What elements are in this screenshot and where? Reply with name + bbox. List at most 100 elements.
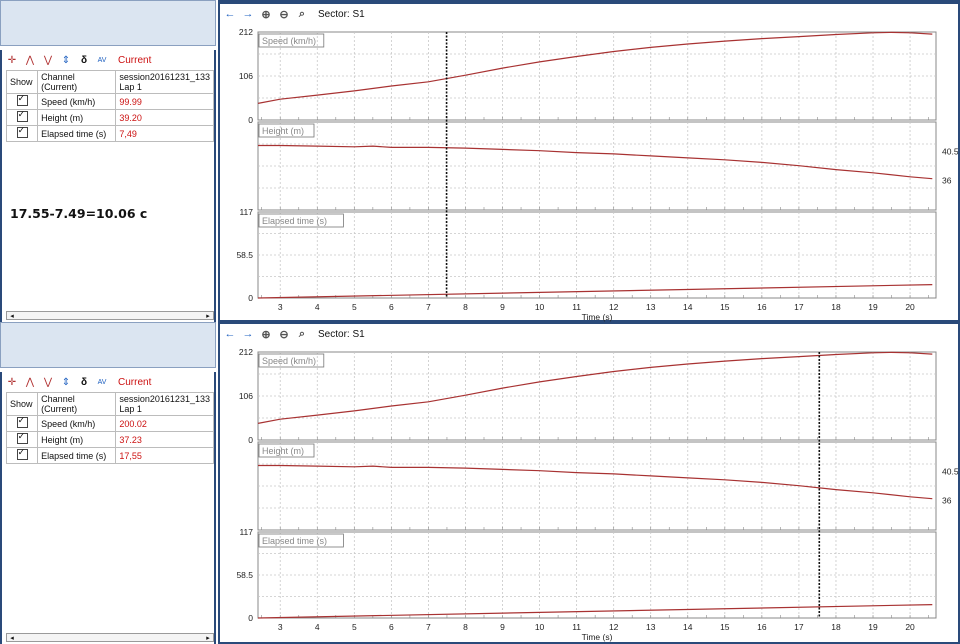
show-checkbox[interactable] (16, 111, 28, 122)
y-tick-label-right: 40.5 (942, 146, 958, 156)
x-tick-label: 12 (609, 622, 619, 632)
scroll-right-icon[interactable]: ▸ (203, 634, 213, 642)
x-tick-label: 3 (278, 622, 283, 632)
x-tick-label: 20 (905, 622, 915, 632)
channel-table: Show Channel (Current) session20161231_1… (5, 392, 214, 464)
channel-pane: ✛ ⋀ ⋁ ⇕ δ AV Current Show Channel (Curre… (0, 322, 216, 644)
x-tick-label: 17 (794, 302, 804, 312)
zoom-in-icon[interactable]: ⊕ (258, 328, 274, 341)
y-tick-label: 58.5 (236, 250, 253, 260)
telemetry-chart[interactable]: Speed (km/h)2121060Height (m)40.536Elaps… (220, 344, 958, 642)
show-checkbox[interactable] (16, 417, 28, 428)
show-checkbox[interactable] (16, 449, 28, 460)
cursor-icon[interactable]: ✛ (4, 375, 20, 389)
y-tick-label: 117 (239, 527, 253, 537)
forward-arrow-icon[interactable]: → (240, 8, 256, 20)
peak-icon[interactable]: ⋀ (22, 53, 38, 67)
zoom-out-icon[interactable]: ⊖ (276, 328, 292, 341)
table-row[interactable]: Elapsed time (s) 17,55 (5, 447, 214, 464)
channel-value: 200.02 (115, 415, 214, 432)
calculation-note: 17.55-7.49=10.06 c (10, 206, 148, 221)
scroll-left-icon[interactable]: ◂ (7, 634, 17, 642)
table-row[interactable]: Speed (km/h) 200.02 (5, 415, 214, 432)
x-tick-label: 19 (868, 622, 878, 632)
x-tick-label: 13 (646, 622, 656, 632)
cursor-icon[interactable]: ✛ (4, 53, 20, 67)
chart-toolbar: ← → ⊕ ⊖ ⌕ Sector: S1 (222, 6, 365, 22)
x-tick-label: 19 (868, 302, 878, 312)
x-tick-label: 4 (315, 302, 320, 312)
subplot-label: Elapsed time (s) (262, 216, 327, 226)
x-tick-label: 11 (572, 622, 581, 632)
y-tick-label: 0 (248, 435, 253, 445)
subplot-label: Elapsed time (s) (262, 536, 327, 546)
subplot-label: Height (m) (262, 446, 304, 456)
x-axis-label: Time (s) (582, 312, 613, 322)
x-tick-label: 20 (905, 302, 915, 312)
zoom-fit-icon[interactable]: ⌕ (294, 328, 310, 341)
table-row[interactable]: Speed (km/h) 99.99 (5, 93, 214, 110)
delta-icon[interactable]: δ (76, 375, 92, 389)
x-tick-label: 4 (315, 622, 320, 632)
table-row[interactable]: Height (m) 39.20 (5, 109, 214, 126)
zoom-fit-icon[interactable]: ⌕ (294, 8, 310, 21)
channel-name: Speed (km/h) (37, 415, 117, 432)
x-tick-label: 13 (646, 302, 656, 312)
av-icon[interactable]: AV (94, 375, 110, 389)
back-arrow-icon[interactable]: ← (222, 8, 238, 20)
peak-icon[interactable]: ⋀ (22, 375, 38, 389)
chart-pane: ← → ⊕ ⊖ ⌕ Sector: S1 Speed (km/h) 212 106 0… (218, 0, 960, 322)
x-tick-label: 3 (278, 302, 283, 312)
x-tick-label: 5 (352, 302, 357, 312)
x-axis-label: Time (s) (582, 632, 613, 642)
valley-icon[interactable]: ⋁ (40, 53, 56, 67)
channel-toolbar: ✛ ⋀ ⋁ ⇕ δ AV Current (4, 52, 152, 68)
current-label[interactable]: Current (118, 377, 151, 388)
forward-arrow-icon[interactable]: → (240, 328, 256, 340)
valley-icon[interactable]: ⋁ (40, 375, 56, 389)
x-tick-label: 18 (831, 302, 841, 312)
empty-header-area (0, 0, 216, 46)
delta-icon[interactable]: δ (76, 53, 92, 67)
y-tick-label-right: 36 (942, 496, 952, 506)
header-channel: Channel (Current) (37, 70, 117, 94)
table-header: Show Channel (Current) session20161231_1… (5, 70, 214, 94)
channel-value: 7,49 (115, 125, 214, 142)
x-tick-label: 15 (720, 622, 730, 632)
telemetry-panel-2: ✛ ⋀ ⋁ ⇕ δ AV Current Show Channel (Curre… (0, 322, 960, 644)
range-icon[interactable]: ⇕ (58, 375, 74, 389)
x-tick-label: 15 (720, 302, 730, 312)
header-show: Show (5, 392, 39, 416)
scroll-right-icon[interactable]: ▸ (203, 312, 213, 320)
zoom-out-icon[interactable]: ⊖ (276, 8, 292, 21)
current-label[interactable]: Current (118, 55, 151, 66)
y-tick-label-right: 40.5 (942, 466, 958, 476)
table-row[interactable]: Height (m) 37.23 (5, 431, 214, 448)
channel-name: Speed (km/h) (37, 93, 117, 110)
telemetry-panel-1: ✛ ⋀ ⋁ ⇕ δ AV Current Show Channel (Curre… (0, 0, 960, 322)
x-tick-label: 14 (683, 622, 693, 632)
x-tick-label: 6 (389, 622, 394, 632)
show-checkbox[interactable] (16, 127, 28, 138)
show-checkbox[interactable] (16, 433, 28, 444)
scroll-left-icon[interactable]: ◂ (7, 312, 17, 320)
av-icon[interactable]: AV (94, 53, 110, 67)
back-arrow-icon[interactable]: ← (222, 328, 238, 340)
y-tick-label: 0 (248, 293, 253, 303)
x-tick-label: 18 (831, 622, 841, 632)
subplot-label: Height (m) (262, 126, 304, 136)
x-tick-label: 12 (609, 302, 619, 312)
horizontal-scrollbar[interactable]: ◂ ▸ (6, 311, 214, 320)
x-tick-label: 11 (572, 302, 581, 312)
zoom-in-icon[interactable]: ⊕ (258, 8, 274, 21)
x-tick-label: 7 (426, 302, 431, 312)
chart-pane: ← → ⊕ ⊖ ⌕ Sector: S1 Speed (km/h) 212 106 0… (218, 322, 960, 644)
x-tick-label: 9 (500, 302, 505, 312)
channel-table: Show Channel (Current) session20161231_1… (5, 70, 214, 142)
telemetry-chart[interactable]: Speed (km/h)2121060Height (m)40.536Elaps… (220, 24, 958, 322)
sector-label: Sector: S1 (318, 8, 365, 20)
show-checkbox[interactable] (16, 95, 28, 106)
horizontal-scrollbar[interactable]: ◂ ▸ (6, 633, 214, 642)
table-row[interactable]: Elapsed time (s) 7,49 (5, 125, 214, 142)
range-icon[interactable]: ⇕ (58, 53, 74, 67)
